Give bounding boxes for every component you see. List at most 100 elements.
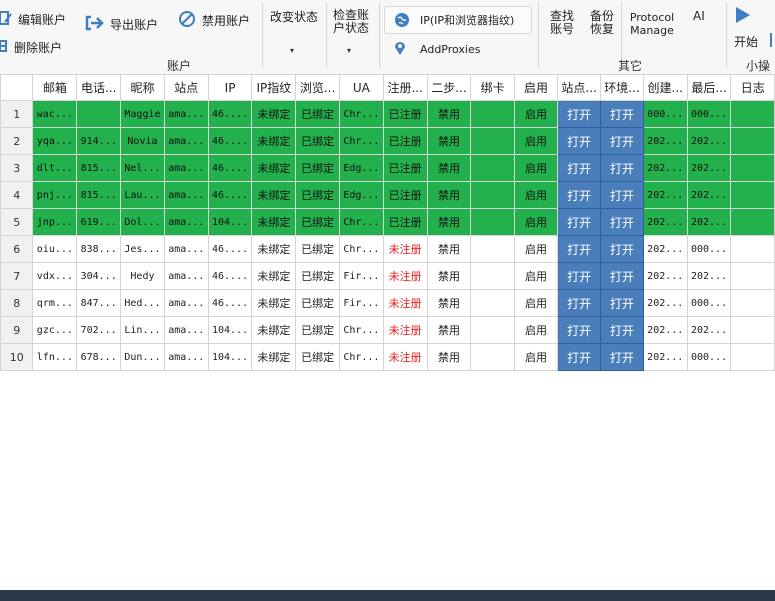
ip-fingerprint-button[interactable]: IP(IP和浏览器指纹): [384, 6, 532, 34]
card-cell[interactable]: [470, 235, 515, 263]
export-account-button[interactable]: 导出账户: [84, 14, 158, 35]
row-number[interactable]: 3: [0, 154, 34, 182]
ua-cell[interactable]: Chr...: [338, 100, 384, 128]
chevron-down-icon[interactable]: ▾: [290, 46, 294, 55]
two-step-cell[interactable]: 禁用: [426, 316, 472, 344]
browser-cell[interactable]: 已绑定: [295, 262, 340, 290]
row-number[interactable]: 10: [0, 343, 34, 371]
email-cell[interactable]: vdx...: [32, 262, 78, 290]
enabled-cell[interactable]: 启用: [513, 235, 559, 263]
created-cell[interactable]: 202...: [642, 208, 688, 236]
email-cell[interactable]: qrm...: [32, 289, 78, 317]
email-cell[interactable]: lfn...: [32, 343, 78, 371]
ip-fingerprint-cell[interactable]: 未绑定: [251, 343, 297, 371]
ua-cell[interactable]: Fir...: [338, 262, 384, 290]
registration-cell[interactable]: 已注册: [382, 100, 428, 128]
open-environment-button[interactable]: 打开: [600, 316, 644, 344]
ip-fingerprint-cell[interactable]: 未绑定: [251, 154, 297, 182]
phone-cell[interactable]: 914...: [76, 127, 122, 155]
column-header[interactable]: IP指纹: [251, 74, 297, 101]
phone-cell[interactable]: 702...: [76, 316, 122, 344]
two-step-cell[interactable]: 禁用: [426, 154, 472, 182]
phone-cell[interactable]: [76, 100, 122, 128]
ip-cell[interactable]: 46....: [207, 235, 253, 263]
log-cell[interactable]: [730, 127, 775, 155]
enabled-cell[interactable]: 启用: [513, 262, 559, 290]
registration-cell[interactable]: 已注册: [382, 208, 428, 236]
site-cell[interactable]: ama...: [163, 316, 209, 344]
enabled-cell[interactable]: 启用: [513, 100, 559, 128]
enabled-cell[interactable]: 启用: [513, 343, 559, 371]
nickname-cell[interactable]: Novia: [120, 127, 165, 155]
registration-cell[interactable]: 未注册: [382, 235, 428, 263]
ip-cell[interactable]: 104...: [207, 343, 253, 371]
nickname-cell[interactable]: Hedy: [120, 262, 165, 290]
open-environment-button[interactable]: 打开: [600, 235, 644, 263]
log-cell[interactable]: [730, 316, 775, 344]
last-cell[interactable]: 000...: [686, 289, 732, 317]
log-cell[interactable]: [730, 100, 775, 128]
card-cell[interactable]: [470, 100, 515, 128]
column-header[interactable]: 站点...: [557, 74, 602, 101]
table-row[interactable]: 8 qrm... 847... Hed... ama... 46.... 未绑定 已绑定 Fir…: [0, 289, 775, 317]
column-header[interactable]: UA: [338, 74, 384, 101]
table-row[interactable]: 10 lfn... 678... Dun... ama... 104... 未绑定 已绑定 Ch…: [0, 343, 775, 371]
column-header[interactable]: 电话...: [76, 74, 122, 101]
browser-cell[interactable]: 已绑定: [295, 343, 340, 371]
site-cell[interactable]: ama...: [163, 181, 209, 209]
ua-cell[interactable]: Chr...: [338, 235, 384, 263]
column-header[interactable]: 启用: [513, 74, 559, 101]
registration-cell[interactable]: 未注册: [382, 262, 428, 290]
row-number[interactable]: 1: [0, 100, 34, 128]
nickname-cell[interactable]: Lin...: [120, 316, 165, 344]
last-cell[interactable]: 202...: [686, 316, 732, 344]
ip-fingerprint-cell[interactable]: 未绑定: [251, 100, 297, 128]
phone-cell[interactable]: 815...: [76, 181, 122, 209]
ip-fingerprint-cell[interactable]: 未绑定: [251, 289, 297, 317]
browser-cell[interactable]: 已绑定: [295, 316, 340, 344]
ip-fingerprint-cell[interactable]: 未绑定: [251, 235, 297, 263]
table-row[interactable]: 4 pnj... 815... Lau... ama... 46.... 未绑定 已绑定 Edg…: [0, 181, 775, 209]
two-step-cell[interactable]: 禁用: [426, 343, 472, 371]
row-number[interactable]: 7: [0, 262, 34, 290]
nickname-cell[interactable]: Dol...: [120, 208, 165, 236]
open-site-button[interactable]: 打开: [557, 127, 602, 155]
card-cell[interactable]: [470, 289, 515, 317]
row-number[interactable]: 5: [0, 208, 34, 236]
ip-cell[interactable]: 46....: [207, 181, 253, 209]
browser-cell[interactable]: 已绑定: [295, 208, 340, 236]
site-cell[interactable]: ama...: [163, 343, 209, 371]
two-step-cell[interactable]: 禁用: [426, 262, 472, 290]
two-step-cell[interactable]: 禁用: [426, 181, 472, 209]
row-number[interactable]: 4: [0, 181, 34, 209]
phone-cell[interactable]: 304...: [76, 262, 122, 290]
email-cell[interactable]: jnp...: [32, 208, 78, 236]
table-row[interactable]: 7 vdx... 304... Hedy ama... 46.... 未绑定 已绑定 Fir..…: [0, 262, 775, 290]
registration-cell[interactable]: 未注册: [382, 316, 428, 344]
ip-cell[interactable]: 46....: [207, 100, 253, 128]
ai-button[interactable]: AI: [693, 9, 705, 23]
open-environment-button[interactable]: 打开: [600, 343, 644, 371]
two-step-cell[interactable]: 禁用: [426, 208, 472, 236]
email-cell[interactable]: pnj...: [32, 181, 78, 209]
last-cell[interactable]: 202...: [686, 262, 732, 290]
enabled-cell[interactable]: 启用: [513, 127, 559, 155]
enabled-cell[interactable]: 启用: [513, 208, 559, 236]
open-environment-button[interactable]: 打开: [600, 154, 644, 182]
ip-cell[interactable]: 46....: [207, 289, 253, 317]
open-environment-button[interactable]: 打开: [600, 181, 644, 209]
column-header[interactable]: 邮箱: [32, 74, 78, 101]
row-number[interactable]: 9: [0, 316, 34, 344]
table-row[interactable]: 9 gzc... 702... Lin... ama... 104... 未绑定 已绑定 Chr…: [0, 316, 775, 344]
created-cell[interactable]: 202...: [642, 289, 688, 317]
log-cell[interactable]: [730, 235, 775, 263]
change-status-button[interactable]: 改变状态: [270, 8, 318, 25]
start-button[interactable]: 开始: [734, 33, 758, 50]
ua-cell[interactable]: Chr...: [338, 343, 384, 371]
site-cell[interactable]: ama...: [163, 127, 209, 155]
log-cell[interactable]: [730, 208, 775, 236]
open-environment-button[interactable]: 打开: [600, 262, 644, 290]
two-step-cell[interactable]: 禁用: [426, 100, 472, 128]
browser-cell[interactable]: 已绑定: [295, 289, 340, 317]
phone-cell[interactable]: 619...: [76, 208, 122, 236]
